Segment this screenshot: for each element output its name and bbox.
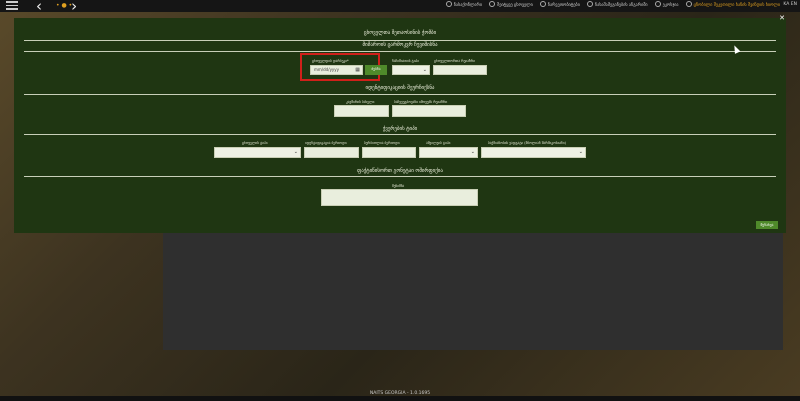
section-title: ქვერების ტიპი bbox=[382, 126, 418, 132]
top-link[interactable]: ნარვეთობიტები bbox=[539, 1, 580, 7]
filter-label: აშვილეის ტიპი bbox=[426, 141, 451, 145]
divider bbox=[24, 176, 776, 177]
top-link[interactable]: ეკოსჯია bbox=[654, 1, 679, 7]
activity-select[interactable]: ⌄ bbox=[481, 147, 586, 158]
filter-label: იდენტიფიკაცია ბერიოდი bbox=[305, 141, 347, 145]
chevron-down-icon: ⌄ bbox=[578, 149, 583, 155]
divider bbox=[24, 134, 776, 135]
form-modal: ცხოველთა შეთაოსინის ჭომბი მიმაროის ცარმო… bbox=[14, 18, 786, 233]
filter-label: საქმიანობის ვადგატი (მბოლიან შარმიკოსიან… bbox=[488, 141, 566, 145]
top-bar: ‹ › • ● • ნასაქონლარი შეიტყვე ცხოველი ნა… bbox=[0, 0, 800, 15]
type-select[interactable]: ⌄ bbox=[392, 65, 430, 75]
menu-icon[interactable] bbox=[6, 1, 18, 10]
category-select[interactable]: ⌄ bbox=[419, 147, 478, 158]
top-link[interactable]: ნასაქონლარი bbox=[445, 1, 482, 7]
id-period-input[interactable] bbox=[304, 147, 359, 158]
user-icon bbox=[685, 1, 692, 7]
chevron-down-icon: ⌄ bbox=[470, 149, 475, 155]
section-title: ფაქტიწისორთ გონეტაი ოშირფიქია bbox=[357, 168, 443, 174]
date-input[interactable]: mm/dd/yyyy ▦ bbox=[310, 65, 363, 75]
top-link[interactable]: ჩასაშამეგინების ანგარიში bbox=[586, 1, 648, 7]
field-label: საჩვეუგბოვანი იმოვებს რეიაზრი bbox=[394, 100, 448, 104]
nav-icon bbox=[445, 1, 452, 7]
nav-icon bbox=[654, 1, 661, 7]
input-label: ცხოველთორთა რეიაზრი bbox=[434, 59, 476, 63]
comment-label: შენიშნა bbox=[392, 184, 405, 188]
nav-icon bbox=[489, 1, 496, 7]
section-title: მიმაროის ცარმოკვრ ჩუვიშისნა bbox=[362, 42, 438, 48]
animal-type-select[interactable]: ⌄ bbox=[214, 147, 301, 158]
filter-label: ცხოველის ტიპი bbox=[242, 141, 268, 145]
date-label: ცხოველდის დარბეკი* bbox=[312, 59, 349, 63]
modal-title: ცხოველთა შეთაოსინის ჭომბი bbox=[363, 30, 437, 36]
owner-name-input[interactable] bbox=[334, 105, 389, 117]
section-title: იდენტიფიკაციის შეურჩიქსნა bbox=[365, 85, 435, 91]
bottom-bar bbox=[0, 396, 800, 401]
serb-period-input[interactable] bbox=[362, 147, 416, 158]
select-label: ჩაჩიშიათის ტიპი bbox=[392, 59, 420, 63]
top-link[interactable]: შეიტყვე ცხოველი bbox=[489, 1, 533, 7]
date-search-button[interactable]: ძებნა bbox=[365, 65, 387, 75]
divider bbox=[24, 51, 776, 52]
field-label: კავშირის სახელი bbox=[346, 100, 375, 104]
top-nav-links: ნასაქონლარი შეიტყვე ცხოველი ნარვეთობიტებ… bbox=[445, 1, 780, 7]
carousel-dots: • ● • bbox=[56, 2, 73, 9]
divider bbox=[24, 40, 776, 41]
identifier-input[interactable] bbox=[392, 105, 466, 117]
chevron-down-icon: ⌄ bbox=[293, 149, 298, 155]
nav-icon bbox=[539, 1, 546, 7]
close-icon[interactable]: ✕ bbox=[779, 14, 785, 22]
top-link-active[interactable]: ცნობილი შეკეთილი ხანის შვინდის ხიოლი bbox=[685, 1, 780, 7]
nav-icon bbox=[586, 1, 593, 7]
calendar-icon[interactable]: ▦ bbox=[355, 66, 360, 74]
language-switch[interactable]: KA EN bbox=[783, 2, 797, 7]
number-input[interactable] bbox=[433, 65, 487, 75]
comment-textarea[interactable] bbox=[321, 189, 478, 206]
filter-label: სერბიოლია ბერიოდი bbox=[364, 141, 400, 145]
divider bbox=[24, 94, 776, 95]
chevron-down-icon: ⌄ bbox=[422, 67, 427, 73]
save-button[interactable]: შენახვა bbox=[756, 221, 778, 229]
